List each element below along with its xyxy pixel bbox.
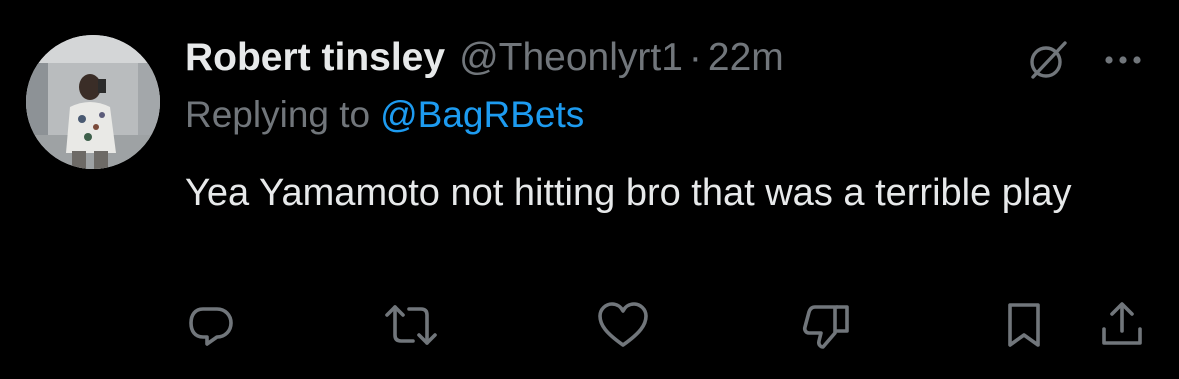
more-icon[interactable] bbox=[1098, 40, 1148, 80]
display-name[interactable]: Robert tinsley bbox=[185, 30, 445, 86]
repost-button[interactable] bbox=[381, 290, 441, 360]
repost-icon bbox=[385, 305, 437, 345]
like-button[interactable] bbox=[593, 290, 653, 360]
share-icon bbox=[1102, 302, 1142, 345]
dislike-icon bbox=[802, 305, 849, 349]
tweet-text: Yea Yamamoto not hitting bro that was a … bbox=[185, 172, 1072, 214]
replying-to: Replying to @BagRBets bbox=[185, 90, 584, 140]
replying-to-label: Replying to bbox=[185, 94, 371, 135]
user-handle[interactable]: @Theonlyrt1 bbox=[459, 30, 683, 86]
reply-icon bbox=[189, 307, 233, 346]
timestamp[interactable]: 22m bbox=[708, 30, 784, 86]
bookmark-button[interactable] bbox=[994, 290, 1054, 360]
tweet-header: Robert tinsley @Theonlyrt1 · 22m bbox=[185, 30, 784, 86]
tweet-card[interactable]: Robert tinsley @Theonlyrt1 · 22m Replyin… bbox=[0, 0, 1179, 379]
replying-to-handle[interactable]: @BagRBets bbox=[380, 94, 584, 135]
share-button[interactable] bbox=[1092, 290, 1152, 360]
grok-icon[interactable] bbox=[1022, 34, 1074, 86]
heart-icon bbox=[598, 302, 648, 347]
reply-button[interactable] bbox=[181, 290, 241, 360]
action-bar bbox=[0, 290, 1179, 360]
separator-dot: · bbox=[688, 36, 702, 79]
bookmark-icon bbox=[1008, 303, 1040, 347]
user-avatar[interactable] bbox=[26, 35, 160, 169]
dislike-button[interactable] bbox=[797, 290, 857, 360]
